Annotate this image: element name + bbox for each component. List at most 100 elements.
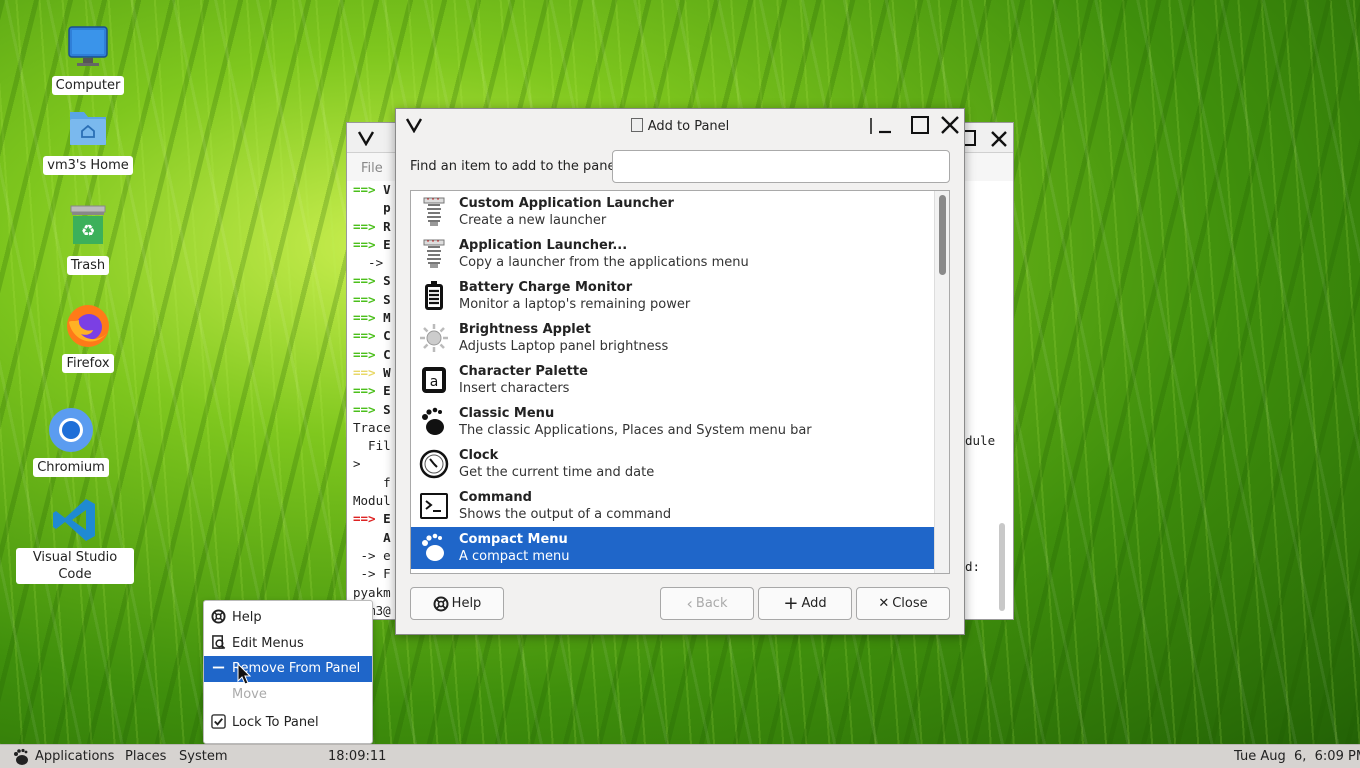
minimize-icon[interactable]	[870, 114, 892, 136]
list-item-description: Copy a launcher from the applications me…	[459, 255, 749, 270]
list-item-name: Classic Menu	[459, 406, 555, 421]
applications-menu[interactable]: Applications	[35, 749, 114, 764]
list-item-description: Get the current time and date	[459, 465, 655, 480]
home-folder-icon	[64, 104, 112, 152]
terminal-line-prefix: ==>	[353, 218, 384, 234]
list-item-description: A compact menu	[459, 549, 570, 564]
add-button[interactable]: + Add	[758, 587, 852, 620]
close-icon[interactable]	[939, 114, 961, 136]
menu-item-move[interactable]: Move	[204, 682, 372, 708]
system-menu[interactable]: System	[179, 749, 227, 764]
svg-text:♻: ♻	[81, 221, 95, 240]
terminal-text-fragment: d:	[965, 559, 981, 574]
terminal-line-text: M	[383, 310, 391, 326]
back-button[interactable]: ‹ Back	[660, 587, 754, 620]
terminal-line-prefix: ==>	[353, 364, 384, 380]
remove-icon	[212, 666, 225, 669]
terminal-line-prefix: pyakm	[353, 584, 391, 600]
terminal-line-text: R	[383, 218, 391, 234]
list-scrollbar[interactable]	[934, 191, 949, 573]
desktop-icon-label: Visual Studio Code	[16, 548, 134, 584]
list-item-description: Create a new launcher	[459, 213, 607, 228]
terminal-line-text: C	[383, 328, 391, 344]
terminal-line-prefix: -> F	[353, 566, 391, 582]
desktop-icon-vscode[interactable]: Visual Studio Code	[16, 496, 134, 584]
bottom-panel: Applications Places System 18:09:11 Tue …	[0, 744, 1360, 768]
timer-applet[interactable]: 18:09:11	[328, 749, 386, 764]
menu-item-label: Help	[232, 610, 262, 625]
terminal-line-text: E	[383, 511, 391, 527]
help-button[interactable]: Help	[410, 587, 504, 620]
add-to-panel-dialog[interactable]: Add to Panel Find an item to add to the …	[395, 108, 965, 635]
add-button-label: Add	[801, 596, 827, 611]
clock-applet[interactable]: Tue Aug 6, 6:09 PM	[1234, 749, 1360, 764]
list-item[interactable]: a Character Palette Insert characters	[411, 359, 949, 401]
list-item[interactable]: Battery Charge Monitor Monitor a laptop's…	[411, 275, 949, 317]
list-item[interactable]: Command Shows the output of a command	[411, 485, 949, 527]
close-button-label: Close	[892, 596, 928, 611]
menu-file[interactable]: File	[361, 161, 383, 176]
places-menu[interactable]: Places	[125, 749, 166, 764]
maximize-icon[interactable]	[909, 114, 931, 136]
list-item[interactable]: Classic Menu The classic Applications, Pl…	[411, 401, 949, 443]
list-item-name: Brightness Applet	[459, 322, 591, 337]
terminal-line-prefix: ==>	[353, 310, 384, 326]
terminal-line-text: E	[383, 236, 391, 252]
menu-item-remove-from-panel[interactable]: Remove From Panel	[204, 656, 372, 682]
app-window-icon	[630, 118, 643, 132]
gnome-foot-icon	[419, 406, 449, 438]
desktop-icon-chromium[interactable]: Chromium	[16, 406, 126, 477]
applet-list[interactable]: Custom Application Launcher Create a new …	[410, 190, 950, 574]
close-button[interactable]: ✕ Close	[856, 587, 950, 620]
desktop-icon-home[interactable]: vm3's Home	[33, 104, 143, 175]
desktop-icon-label: Computer	[51, 76, 125, 95]
svg-text:a: a	[430, 374, 439, 390]
terminal-line-prefix: -> e	[353, 547, 391, 563]
monitor-icon	[64, 24, 112, 72]
terminal-line-prefix: ==>	[353, 511, 384, 527]
trash-icon: ♻	[64, 204, 112, 252]
dialog-titlebar[interactable]: Add to Panel	[396, 109, 964, 142]
window-menu-icon[interactable]	[357, 130, 375, 146]
menu-item-label: Edit Menus	[232, 635, 304, 651]
desktop-icon-firefox[interactable]: Firefox	[33, 302, 143, 373]
terminal-line-prefix: ==>	[353, 383, 384, 399]
help-button-label: Help	[451, 596, 482, 611]
list-item-name: Application Launcher...	[459, 238, 628, 253]
menu-item-lock-to-panel[interactable]: Lock To Panel	[204, 710, 372, 736]
desktop-icon-trash[interactable]: ♻ Trash	[33, 204, 143, 275]
back-button-label: Back	[695, 596, 728, 611]
launcher-icon	[419, 196, 449, 228]
clock-icon	[419, 448, 449, 480]
maximize-icon[interactable]	[965, 129, 977, 147]
search-input[interactable]	[612, 150, 950, 183]
terminal-line-prefix: ==>	[353, 291, 384, 307]
scrollbar-thumb[interactable]	[939, 195, 946, 275]
edit-menus-icon	[212, 634, 226, 649]
terminal-line-prefix	[353, 530, 383, 545]
list-item[interactable]: Custom Application Launcher Create a new …	[411, 191, 949, 233]
terminal-line-text: S	[383, 401, 391, 417]
panel-context-menu[interactable]: Help Edit Menus Remove From Panel Move L…	[203, 600, 373, 744]
terminal-line-prefix: Fil	[353, 438, 391, 454]
menu-item-help[interactable]: Help	[204, 605, 372, 631]
list-item-description: Monitor a laptop's remaining power	[459, 297, 691, 312]
list-item-name: Character Palette	[459, 364, 588, 379]
terminal-line-prefix: ==>	[353, 328, 384, 344]
search-row: Find an item to add to the panel:	[410, 149, 950, 183]
dialog-title: Add to Panel	[647, 119, 730, 134]
list-item[interactable]: Application Launcher... Copy a launcher f…	[411, 233, 949, 275]
list-item[interactable]: Compact Menu A compact menu	[411, 527, 949, 569]
menu-item-edit-menus[interactable]: Edit Menus	[204, 631, 372, 657]
terminal-line-text: V	[383, 182, 391, 197]
desktop-icon-label: vm3's Home	[43, 156, 133, 175]
menu-item-label: Move	[232, 686, 267, 702]
help-icon	[211, 609, 226, 624]
list-item[interactable]: Clock Get the current time and date	[411, 443, 949, 485]
terminal-scrollbar[interactable]	[999, 523, 1005, 611]
desktop-icon-computer[interactable]: Computer	[33, 24, 143, 95]
list-item[interactable]: Brightness Applet Adjusts Laptop panel br…	[411, 317, 949, 359]
launcher-icon	[419, 238, 449, 270]
firefox-icon	[64, 302, 112, 350]
close-icon[interactable]	[989, 129, 1009, 149]
